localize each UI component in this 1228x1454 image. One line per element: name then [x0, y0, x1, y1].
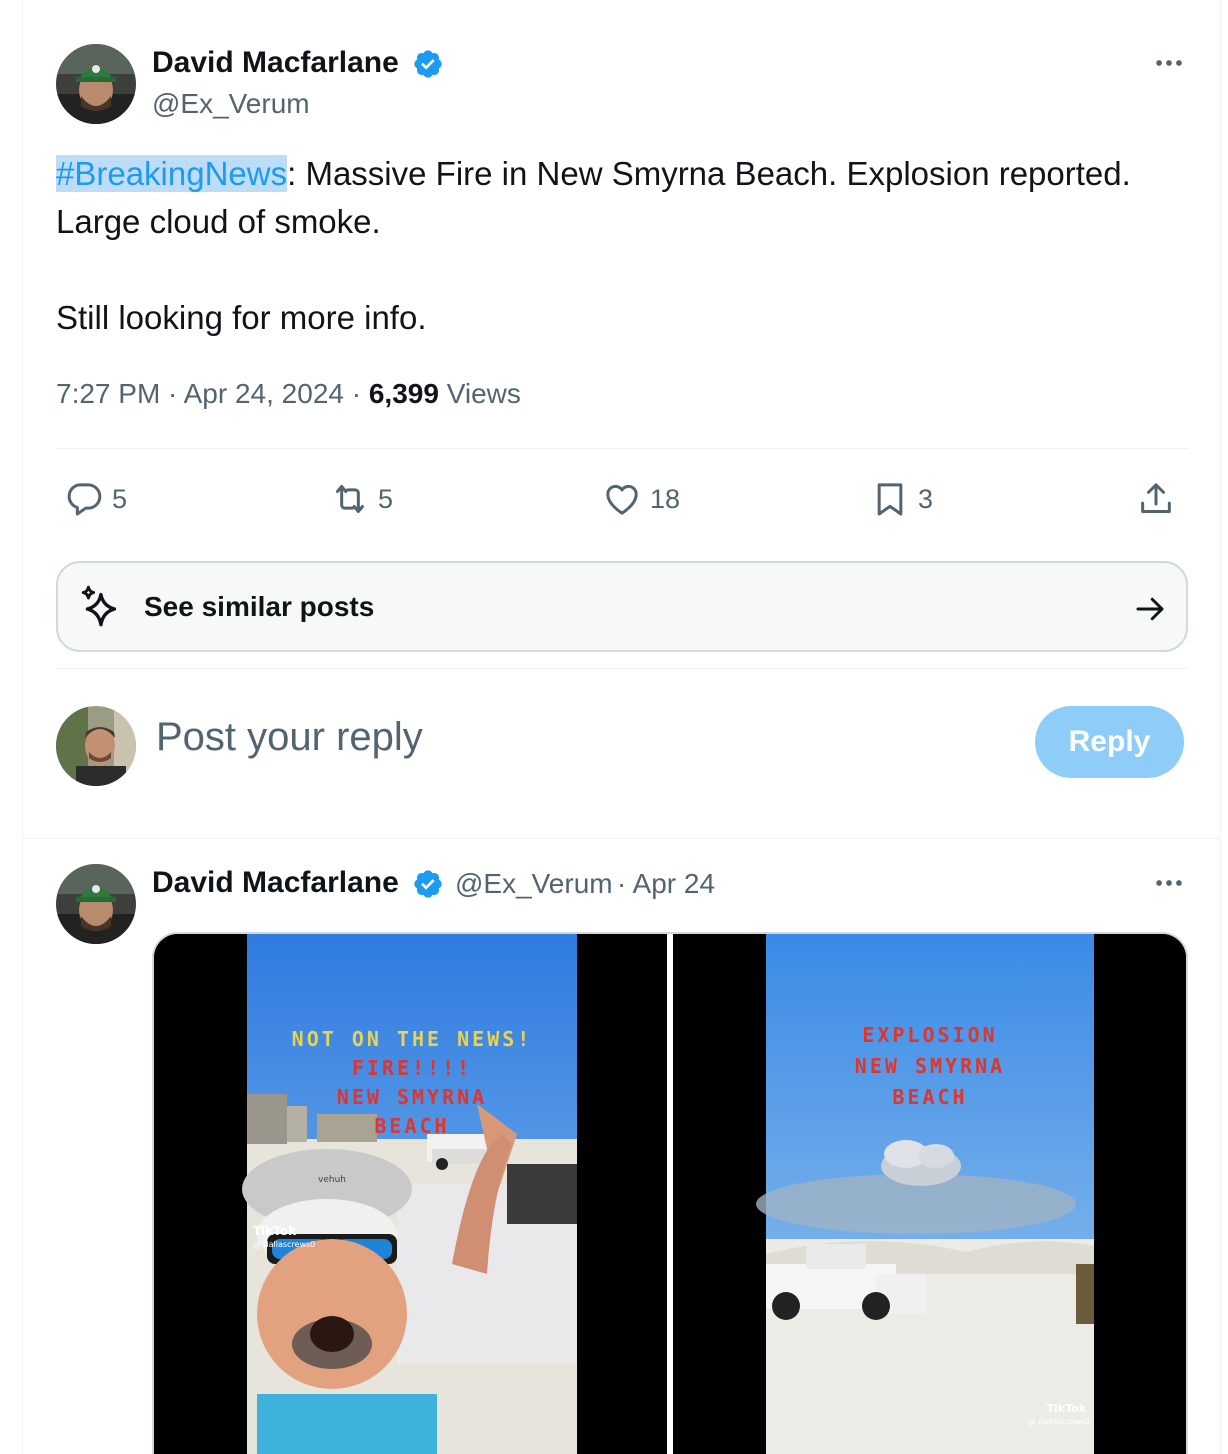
verified-badge-icon	[414, 870, 442, 898]
tiktok-watermark-2: TikTok	[1046, 1402, 1086, 1415]
tweet-timestamp[interactable]: 7:27 PM · Apr 24, 2024 ·	[56, 378, 369, 409]
like-action[interactable]: 18	[602, 478, 680, 520]
current-user-avatar[interactable]	[56, 706, 136, 786]
repost-icon	[336, 485, 364, 513]
sparkle-icon	[81, 585, 117, 627]
tweet-meta: 7:27 PM · Apr 24, 2024 · 6,399 Views	[56, 378, 521, 410]
video-1-overlay-line-2: FIRE!!!!	[352, 1056, 472, 1080]
video-2-overlay-line-3: BEACH	[892, 1085, 967, 1109]
video-1-overlay-line-3: NEW SMYRNA	[337, 1085, 487, 1109]
reply-author-handle[interactable]: @Ex_Verum	[455, 868, 613, 900]
bookmark-count: 3	[918, 483, 934, 514]
repost-count: 5	[378, 483, 394, 514]
reply-input[interactable]: Post your reply	[156, 715, 423, 760]
see-similar-posts-label: See similar posts	[144, 591, 375, 622]
divider	[56, 448, 1188, 449]
author-name[interactable]: David Macfarlane	[152, 46, 399, 80]
more-horizontal-icon[interactable]	[1152, 866, 1186, 900]
hashtag-link[interactable]: #BreakingNews	[56, 155, 288, 192]
video-thumbnail-2[interactable]: EXPLOSION NEW SMYRNA BEACH TikTok @ dall…	[673, 934, 1186, 1454]
author-avatar[interactable]	[56, 44, 136, 124]
tweet-text-line-2: Still looking for more info.	[56, 299, 427, 336]
tiktok-user-2: @ dallascrews0	[1028, 1417, 1090, 1426]
bookmark-action[interactable]: 3	[870, 478, 933, 520]
see-similar-posts-button[interactable]: See similar posts	[56, 561, 1188, 652]
video-2-overlay-line-1: EXPLOSION	[862, 1023, 997, 1047]
divider	[56, 668, 1188, 669]
reply-button[interactable]: Reply	[1035, 706, 1184, 778]
tiktok-user-1: @ dallascrews0	[253, 1240, 315, 1249]
share-upload-icon	[1141, 483, 1171, 513]
arrow-right-icon	[1136, 597, 1164, 621]
tiktok-watermark-1: TikTok	[253, 1224, 297, 1238]
more-horizontal-icon[interactable]	[1152, 46, 1186, 80]
author-handle[interactable]: @Ex_Verum	[152, 88, 310, 120]
video-1-overlay-line-4: BEACH	[374, 1114, 449, 1138]
reply-count: 5	[112, 483, 128, 514]
tweet-separator	[22, 838, 1221, 839]
video-thumbnail-1[interactable]: NOT ON THE NEWS! FIRE!!!! NEW SMYRNA BEA…	[154, 934, 667, 1454]
bookmark-icon	[877, 483, 903, 516]
views-label: Views	[438, 378, 521, 409]
reply-bubble-icon	[67, 483, 102, 516]
heart-icon	[606, 484, 638, 515]
video-1-overlay-line-1: NOT ON THE NEWS!	[292, 1027, 533, 1051]
cap-logo-text: vehuh	[318, 1175, 346, 1185]
reply-author-avatar[interactable]	[56, 864, 136, 944]
reply-author-name[interactable]: David Macfarlane	[152, 866, 399, 900]
reply-date[interactable]: · Apr 24	[617, 868, 715, 900]
share-action[interactable]	[1136, 478, 1176, 520]
views-count: 6,399	[368, 378, 439, 409]
like-count: 18	[650, 483, 681, 514]
verified-badge-icon	[414, 50, 442, 78]
media-grid[interactable]: NOT ON THE NEWS! FIRE!!!! NEW SMYRNA BEA…	[152, 932, 1188, 1454]
video-2-overlay-line-2: NEW SMYRNA	[855, 1054, 1005, 1078]
repost-action[interactable]: 5	[330, 478, 393, 520]
tweet-text: #BreakingNews: Massive Fire in New Smyrn…	[56, 150, 1196, 342]
reply-action[interactable]: 5	[64, 478, 127, 520]
